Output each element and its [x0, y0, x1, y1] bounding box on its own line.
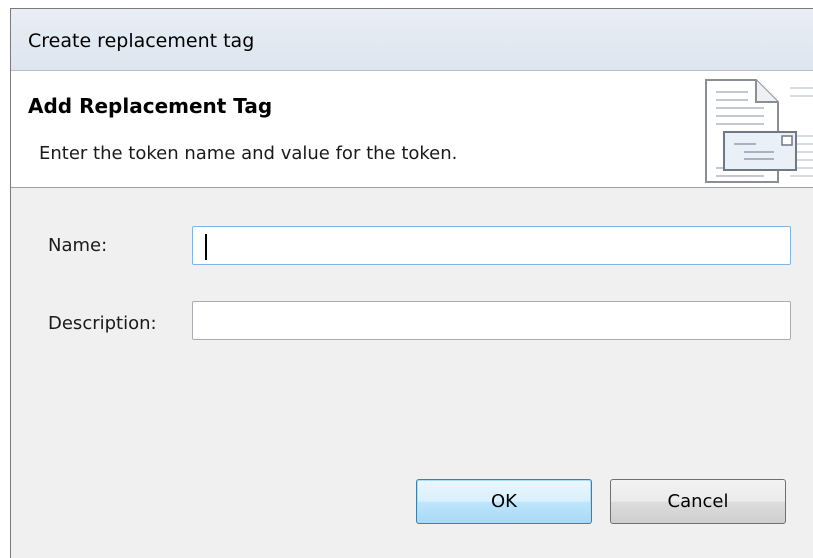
banner-title: Add Replacement Tag — [28, 94, 273, 118]
dialog-window: Create replacement tag Add Replacement T… — [10, 8, 813, 558]
description-label: Description: — [48, 313, 157, 334]
description-input[interactable] — [192, 301, 791, 340]
name-label: Name: — [48, 235, 108, 256]
cancel-button[interactable]: Cancel — [610, 479, 786, 524]
document-envelope-icon — [694, 78, 813, 188]
ok-button[interactable]: OK — [416, 479, 592, 524]
banner-description: Enter the token name and value for the t… — [39, 143, 458, 164]
name-input[interactable] — [192, 226, 791, 265]
header-banner: Add Replacement Tag Enter the token name… — [11, 71, 813, 188]
window-title: Create replacement tag — [28, 30, 255, 52]
title-bar[interactable]: Create replacement tag — [11, 9, 813, 71]
text-cursor — [205, 234, 207, 260]
